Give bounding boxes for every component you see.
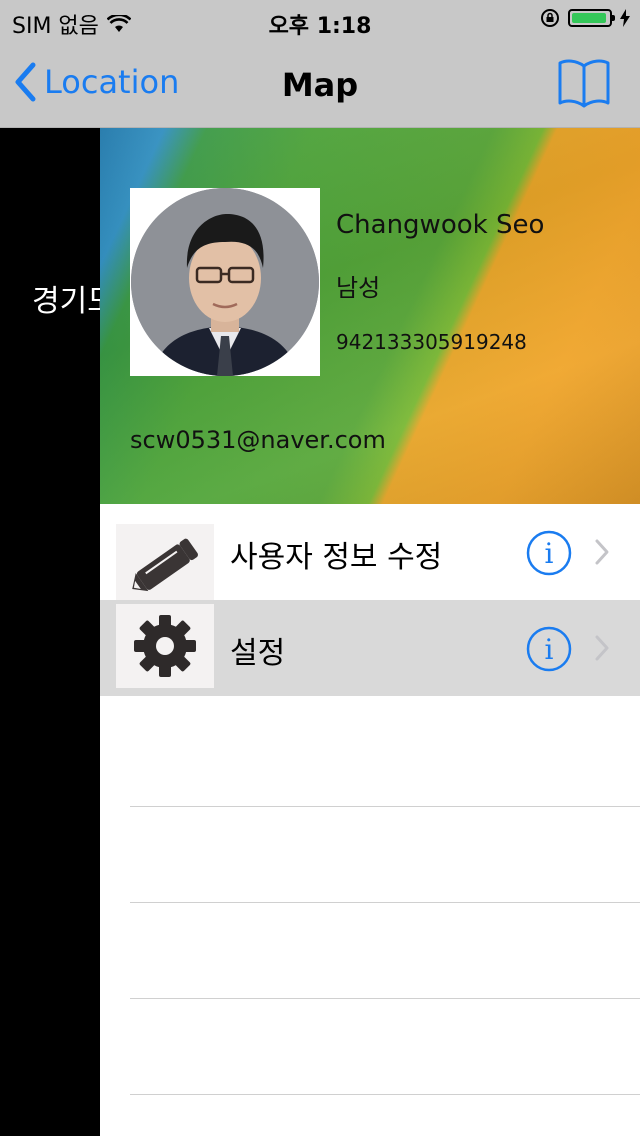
chevron-right-icon <box>595 539 609 565</box>
status-right <box>540 8 630 28</box>
page-title: Map <box>281 66 359 104</box>
info-icon[interactable]: i <box>526 530 572 576</box>
navigation-bar: Location Map <box>0 40 640 128</box>
menu-item-settings[interactable]: 설정 i <box>100 600 640 696</box>
battery-icon <box>568 9 615 27</box>
svg-text:i: i <box>545 633 554 666</box>
charging-icon <box>620 9 630 27</box>
profile-photo <box>131 188 319 376</box>
menu-item-label: 설정 <box>230 636 286 671</box>
pencil-icon <box>116 524 214 608</box>
profile-name: Changwook Seo <box>336 210 545 240</box>
menu-item-label: 사용자 정보 수정 <box>230 540 443 575</box>
bookmarks-button[interactable] <box>558 58 610 112</box>
status-bar: SIM 없음 오후 1:18 <box>0 0 640 40</box>
profile-header: Changwook Seo 남성 94213330591924​8 scw053… <box>100 128 640 504</box>
gear-icon <box>116 604 214 688</box>
person-photo-icon <box>131 188 319 376</box>
table-separator <box>130 902 640 903</box>
book-icon <box>558 59 610 108</box>
info-icon[interactable]: i <box>526 626 572 672</box>
profile-email: scw0531@naver.com <box>130 426 386 454</box>
table-separator <box>130 1094 640 1095</box>
side-drawer: Changwook Seo 남성 94213330591924​8 scw053… <box>100 128 640 1136</box>
svg-text:i: i <box>545 537 554 570</box>
chevron-right-icon <box>595 635 609 661</box>
avatar[interactable] <box>130 188 320 376</box>
profile-phone: 94213330591924​8 <box>336 330 527 354</box>
menu-item-edit-profile[interactable]: 사용자 정보 수정 i <box>100 504 640 608</box>
orientation-lock-icon <box>541 9 559 27</box>
table-separator <box>130 998 640 999</box>
profile-gender: 남성 <box>336 274 381 302</box>
table-separator <box>130 806 640 807</box>
